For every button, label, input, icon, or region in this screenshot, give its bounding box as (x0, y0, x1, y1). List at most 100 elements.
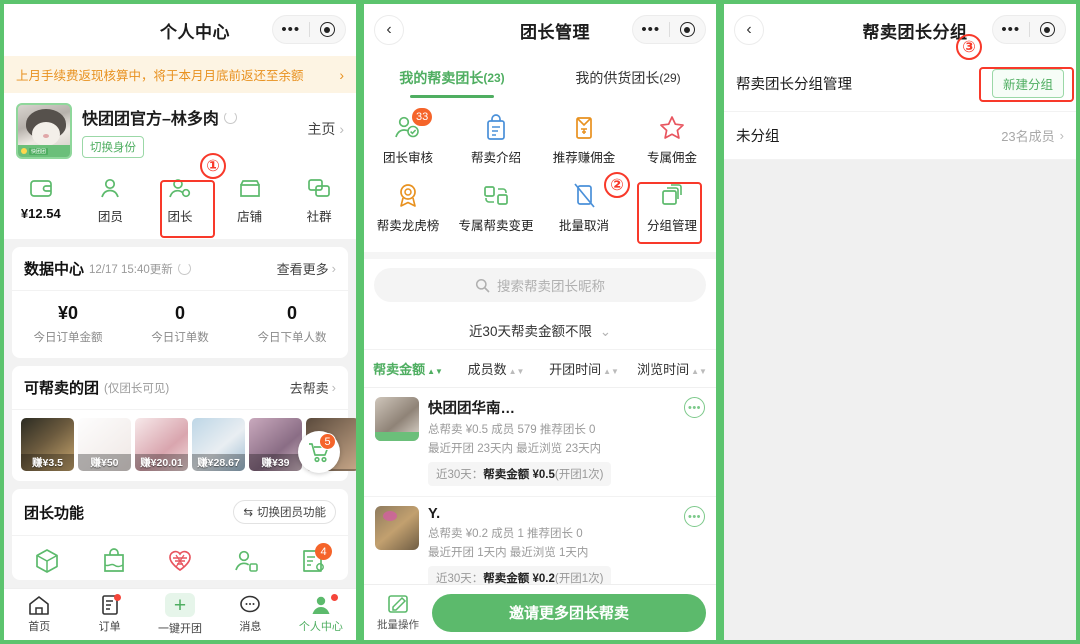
avatar[interactable] (375, 397, 419, 441)
sort-member-count[interactable]: 成员数 ▲▼ (452, 359, 540, 378)
fee-rebate-banner[interactable]: 上月手续费返现核算中，将于本月月底前返还至余额 › (4, 56, 356, 93)
list-item[interactable]: 快团团华南… 总帮卖 ¥0.5 成员 579 推荐团长 0 最近开团 23天内 … (364, 388, 716, 497)
plus-icon[interactable]: + (165, 593, 196, 617)
wallet-icon (29, 180, 52, 197)
group-row-ungrouped[interactable]: 未分组 23名成员 › (724, 112, 1076, 160)
homepage-link[interactable]: 主页 › (307, 103, 344, 139)
back-chevron-icon[interactable]: ‹ (734, 15, 764, 45)
resell-card: 可帮卖的团 (仅团长可见) 去帮卖 › 赚¥3.5 赚¥50 赚¥20.01 赚… (12, 366, 356, 481)
refresh-icon[interactable] (223, 110, 237, 124)
switch-identity-button[interactable]: 切换身份 (82, 136, 144, 158)
chevron-right-icon: › (1059, 128, 1064, 143)
more-dots-icon[interactable]: ••• (993, 22, 1029, 37)
data-center-more-link[interactable]: 查看更多 › (277, 259, 336, 278)
search-placeholder: 搜索帮卖团长昵称 (497, 279, 605, 294)
sort-row: 帮卖金额 ▲▼ 成员数 ▲▼ 开团时间 ▲▼ 浏览时间 ▲▼ (364, 350, 716, 388)
invite-more-leaders-button[interactable]: 邀请更多团长帮卖 (432, 593, 706, 632)
resell-thumb[interactable]: 赚¥28.67 (192, 418, 245, 471)
create-group-button[interactable]: 新建分组 (991, 69, 1064, 98)
more-dots-icon[interactable]: ••• (273, 22, 309, 37)
quick-label: 团长 (167, 210, 193, 224)
panel-personal-center: 个人中心 ••• 上月手续费返现核算中，将于本月月底前返还至余额 › 快团团 快… (0, 0, 360, 644)
tab-my-supply-leaders[interactable]: 我的供货团长 (29) (540, 56, 716, 100)
grid-resell-ranking[interactable]: 帮卖龙虎榜 (364, 174, 452, 242)
sort-arrows-icon: ▲▼ (603, 367, 619, 376)
amount-filter-dropdown[interactable]: 近30天帮卖金额不限 ⌄ (364, 311, 716, 350)
batch-operation-button[interactable]: 批量操作 (374, 594, 422, 632)
avatar[interactable] (375, 506, 419, 550)
resell-thumb[interactable]: 赚¥20.01 (135, 418, 188, 471)
wechat-capsule[interactable]: ••• (632, 15, 706, 44)
sort-resell-amount[interactable]: 帮卖金额 ▲▼ (364, 359, 452, 378)
group-manage-header-row: 帮卖团长分组管理 新建分组 (724, 56, 1076, 112)
quick-wallet[interactable]: ¥12.54 (6, 177, 76, 225)
leader-name: Y. (428, 506, 441, 522)
resell-thumb[interactable]: 赚¥39 (249, 418, 302, 471)
grid-exclusive-commission[interactable]: 专属佣金 (628, 106, 716, 174)
group-member-count: 23名成员 › (1001, 128, 1064, 144)
message-icon (240, 595, 261, 613)
grid-batch-cancel[interactable]: 批量取消 (540, 174, 628, 242)
fn-person-tag[interactable] (213, 548, 279, 574)
fn-bag[interactable] (80, 548, 146, 574)
grid-leader-audit[interactable]: 团长审核 33 (364, 106, 452, 174)
resell-thumb[interactable]: 赚¥50 (78, 418, 131, 471)
resell-subtitle: (仅团长可见) (104, 382, 170, 395)
grid-group-manage[interactable]: 分组管理 (628, 174, 716, 242)
tab-messages[interactable]: 消息 (215, 595, 285, 634)
refresh-icon[interactable] (177, 262, 191, 275)
panel-leader-management: ‹ 团长管理 ••• 我的帮卖团长 (23) 我的供货团长 (29) 团长审核 33 (360, 0, 720, 644)
more-dots-icon[interactable]: ••• (633, 22, 669, 37)
grid-exclusive-change[interactable]: 专属帮卖变更 (452, 174, 540, 242)
stat-order-amount: ¥0 今日订单金额 (33, 303, 103, 344)
chevron-right-icon: › (331, 380, 336, 395)
leader-name: 快团团华南… (428, 401, 515, 417)
more-bubble-icon[interactable]: ••• (684, 506, 705, 527)
tab-home[interactable]: 首页 (4, 595, 74, 634)
panel-resell-leader-groups: ‹ 帮卖团长分组 ••• 帮卖团长分组管理 新建分组 未分组 23名成员 › ③ (720, 0, 1080, 644)
tab-my-resell-leaders[interactable]: 我的帮卖团长 (23) (364, 56, 540, 100)
target-icon[interactable] (1030, 22, 1066, 37)
quick-member[interactable]: 团员 (76, 177, 146, 225)
quick-shop[interactable]: 店铺 (215, 177, 285, 225)
grid-recommend-commission[interactable]: 推荐赚佣金 (540, 106, 628, 174)
tab-create-group[interactable]: + 一键开团 (145, 593, 215, 636)
sort-arrows-icon: ▲▼ (427, 367, 443, 376)
wechat-capsule[interactable]: ••• (992, 15, 1066, 44)
search-area: 搜索帮卖团长昵称 (364, 259, 716, 311)
feature-grid: 团长审核 33 帮卖介绍 推荐赚佣金 专属佣金 帮卖龙虎榜 专属帮卖变更 批量取… (364, 100, 716, 252)
panel1-navbar: 个人中心 ••• (4, 4, 356, 56)
go-resell-link[interactable]: 去帮卖 › (290, 378, 336, 397)
cart-fab-button[interactable]: 5 (298, 431, 340, 473)
sort-browse-time[interactable]: 浏览时间 ▲▼ (628, 359, 716, 378)
quick-leader[interactable]: 团长 (145, 177, 215, 225)
panel2-bottom-bar: 批量操作 邀请更多团长帮卖 (364, 584, 716, 640)
profile-card: 快团团 快团团官方–林多肉 切换身份 主页 › (4, 93, 356, 165)
grid-resell-intro[interactable]: 帮卖介绍 (452, 106, 540, 174)
quick-actions-row: ¥12.54 团员 团长 店铺 社群 (4, 165, 356, 239)
sort-open-time[interactable]: 开团时间 ▲▼ (540, 359, 628, 378)
switch-member-functions-button[interactable]: ⇆ 切换团员功能 (233, 500, 336, 524)
quick-community[interactable]: 社群 (284, 177, 354, 225)
fn-heart[interactable] (147, 548, 213, 574)
target-icon[interactable] (310, 22, 346, 37)
back-chevron-icon[interactable]: ‹ (374, 15, 404, 45)
tab-orders[interactable]: 订单 (74, 594, 144, 634)
avatar[interactable]: 快团团 (16, 103, 72, 159)
chevron-right-icon: › (331, 261, 336, 276)
home-icon (29, 596, 50, 615)
profile-name: 快团团官方–林多肉 (82, 111, 219, 128)
chevron-down-icon: ⌄ (599, 324, 612, 339)
target-icon[interactable] (670, 22, 706, 37)
fn-box[interactable] (14, 548, 80, 574)
three-panel-screenshot: 个人中心 ••• 上月手续费返现核算中，将于本月月底前返还至余额 › 快团团 快… (0, 0, 1080, 644)
wechat-capsule[interactable]: ••• (272, 15, 346, 44)
leader-meta: 总帮卖 ¥0.2 成员 1 推荐团长 0 (428, 528, 583, 540)
more-bubble-icon[interactable]: ••• (684, 397, 705, 418)
tab-personal-center[interactable]: 个人中心 (286, 594, 356, 634)
fn-order-doc[interactable]: 4 (280, 543, 346, 574)
search-input[interactable]: 搜索帮卖团长昵称 (374, 268, 706, 302)
group-manage-title: 帮卖团长分组管理 (736, 77, 852, 93)
resell-thumb[interactable]: 赚¥3.5 (21, 418, 74, 471)
notification-dot (331, 594, 339, 601)
